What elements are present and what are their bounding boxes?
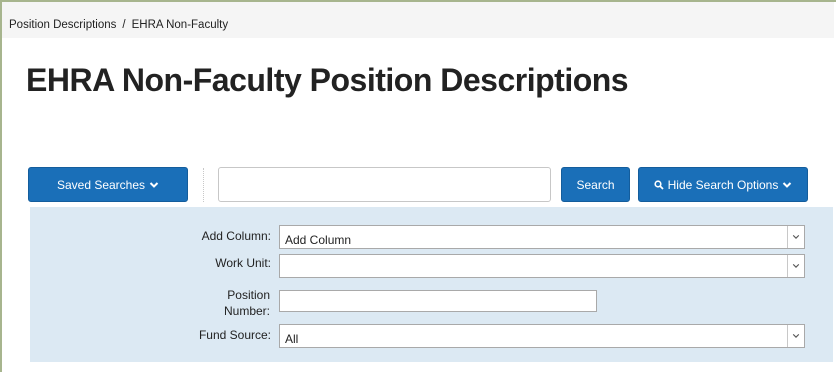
saved-searches-button[interactable]: Saved Searches (28, 167, 188, 202)
hide-search-options-label: Hide Search Options (667, 177, 779, 192)
position-number-input[interactable] (279, 290, 597, 312)
position-number-label-line2: Number: (223, 304, 270, 318)
search-button[interactable]: Search (561, 167, 630, 202)
hide-search-options-button[interactable]: Hide Search Options (638, 167, 808, 202)
breadcrumb-separator: / (122, 19, 126, 31)
toolbar-divider (203, 168, 204, 202)
add-column-value: Add Column (285, 233, 352, 247)
work-unit-label: Work Unit: (215, 256, 271, 270)
chevron-down-icon (787, 255, 804, 277)
fund-source-label: Fund Source: (198, 328, 271, 342)
breadcrumb-bar: Position Descriptions / EHRA Non-Faculty (2, 2, 834, 38)
breadcrumb-current: EHRA Non-Faculty (131, 19, 229, 31)
chevron-down-icon (149, 181, 159, 188)
position-number-label-line1: Position (227, 288, 270, 302)
search-icon (654, 179, 664, 190)
page-title: EHRA Non-Faculty Position Descriptions (26, 62, 629, 98)
add-column-label: Add Column: (201, 229, 271, 243)
chevron-down-icon (783, 181, 792, 188)
position-number-label: Position Number: (224, 287, 270, 319)
search-input[interactable] (218, 167, 551, 202)
add-column-select[interactable]: Add Column (279, 225, 805, 249)
chevron-down-icon (787, 226, 804, 248)
breadcrumb-link-position-descriptions[interactable]: Position Descriptions (9, 19, 116, 31)
breadcrumb: Position Descriptions / EHRA Non-Faculty (9, 19, 228, 31)
saved-searches-label: Saved Searches (56, 177, 146, 192)
chevron-down-icon (787, 325, 804, 347)
fund-source-value: All (285, 332, 299, 346)
fund-source-select[interactable]: All (279, 324, 805, 348)
search-button-label: Search (576, 177, 615, 192)
work-unit-select[interactable] (279, 254, 805, 278)
